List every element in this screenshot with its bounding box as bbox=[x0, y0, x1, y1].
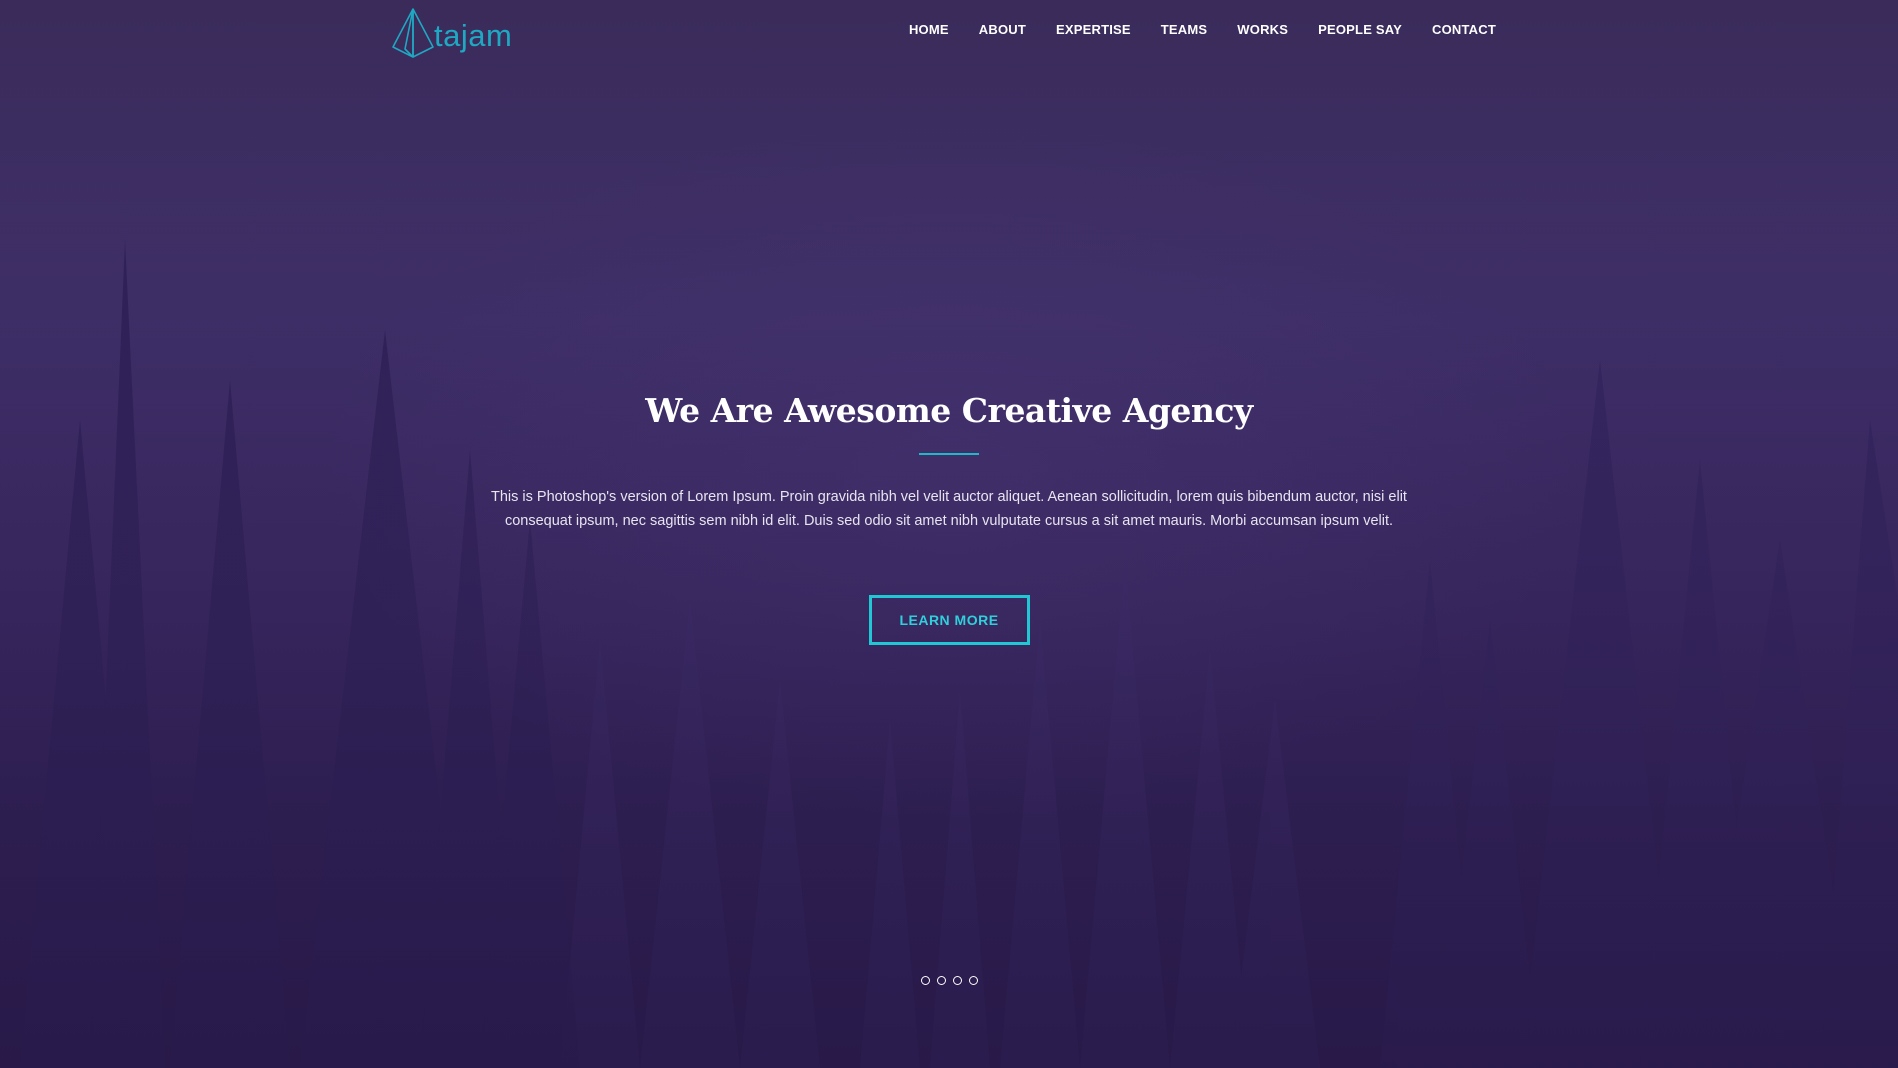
nav-item-about[interactable]: ABOUT bbox=[979, 22, 1026, 37]
slider-dot-1[interactable] bbox=[920, 976, 930, 985]
nav-item-expertise[interactable]: EXPERTISE bbox=[1056, 22, 1131, 37]
slider-pagination bbox=[0, 976, 1898, 985]
nav-item-home[interactable]: HOME bbox=[909, 22, 949, 37]
nav-item-people-say[interactable]: PEOPLE SAY bbox=[1318, 22, 1402, 37]
learn-more-button[interactable]: LEARN MORE bbox=[868, 594, 1030, 645]
hero-content: We Are Awesome Creative Agency This is P… bbox=[0, 390, 1898, 645]
nav-item-teams[interactable]: TEAMS bbox=[1161, 22, 1208, 37]
nav-item-contact[interactable]: CONTACT bbox=[1432, 22, 1496, 37]
slider-dot-3[interactable] bbox=[952, 976, 962, 985]
main-nav: HOME ABOUT EXPERTISE TEAMS WORKS PEOPLE … bbox=[879, 22, 1496, 37]
nav-item-works[interactable]: WORKS bbox=[1237, 22, 1288, 37]
slider-dot-4[interactable] bbox=[968, 976, 978, 985]
slider-dot-2[interactable] bbox=[936, 976, 946, 985]
hero-description: This is Photoshop's version of Lorem Ips… bbox=[491, 488, 1407, 529]
diamond-crystal-icon bbox=[392, 8, 434, 58]
hero-title: We Are Awesome Creative Agency bbox=[645, 391, 1253, 430]
logo[interactable]: tajam bbox=[390, 6, 512, 60]
brand-name: tajam bbox=[434, 17, 513, 53]
title-divider bbox=[919, 452, 979, 455]
site-header: tajam HOME ABOUT EXPERTISE TEAMS WORKS P… bbox=[0, 0, 1898, 68]
hero-section: tajam HOME ABOUT EXPERTISE TEAMS WORKS P… bbox=[0, 0, 1898, 1068]
